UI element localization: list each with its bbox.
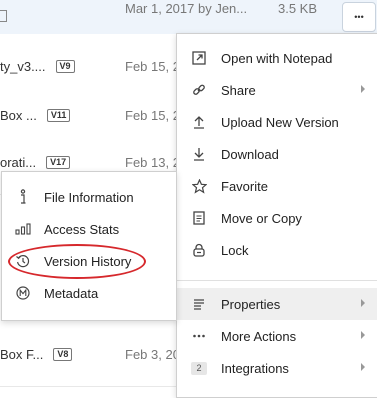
submenu-item-label: Access Stats bbox=[44, 221, 120, 237]
lock-icon bbox=[191, 242, 207, 258]
menu-item-integrations[interactable]: 2 Integrations bbox=[177, 352, 377, 384]
menu-item-lock[interactable]: Lock bbox=[177, 234, 377, 266]
menu-item-label: More Actions bbox=[221, 328, 297, 344]
menu-item-share[interactable]: Share bbox=[177, 74, 377, 106]
submenu-item-access-stats[interactable]: Access Stats bbox=[2, 213, 176, 245]
bar-chart-icon bbox=[15, 221, 31, 237]
menu-item-download[interactable]: Download bbox=[177, 138, 377, 170]
submenu-item-label: Version History bbox=[44, 253, 132, 269]
download-icon bbox=[191, 146, 207, 162]
menu-item-upload-new-version[interactable]: Upload New Version bbox=[177, 106, 377, 138]
menu-item-label: Open with Notepad bbox=[221, 50, 333, 66]
submenu-item-version-history[interactable]: Version History bbox=[2, 245, 176, 277]
chevron-right-icon bbox=[361, 85, 365, 93]
more-options-button[interactable]: ••• bbox=[342, 2, 376, 32]
version-badge: V17 bbox=[46, 155, 71, 169]
context-menu: Open with Notepad Share Upload New Versi… bbox=[176, 33, 377, 398]
upload-icon bbox=[191, 114, 207, 130]
menu-item-label: Favorite bbox=[221, 178, 268, 194]
version-badge: V8 bbox=[53, 347, 73, 361]
submenu-item-label: Metadata bbox=[44, 285, 99, 301]
link-icon bbox=[191, 82, 207, 98]
ellipsis-icon bbox=[191, 328, 207, 344]
open-external-icon bbox=[191, 50, 207, 66]
menu-item-label: Share bbox=[221, 82, 256, 98]
menu-divider bbox=[177, 280, 377, 281]
menu-item-label: Integrations bbox=[221, 360, 289, 376]
properties-submenu: File Information Access Stats Version Hi… bbox=[1, 171, 177, 321]
chevron-right-icon bbox=[361, 299, 365, 307]
file-icon bbox=[0, 10, 7, 22]
menu-item-label: Move or Copy bbox=[221, 210, 302, 226]
version-badge: V9 bbox=[55, 59, 75, 73]
version-badge: V11 bbox=[46, 108, 71, 122]
metadata-icon bbox=[15, 285, 31, 301]
star-icon bbox=[191, 178, 207, 194]
menu-item-properties[interactable]: Properties bbox=[177, 288, 377, 320]
submenu-item-metadata[interactable]: Metadata bbox=[2, 277, 176, 309]
file-date: Feb 3, 20 bbox=[125, 346, 180, 362]
menu-item-label: Properties bbox=[221, 296, 281, 312]
chevron-right-icon bbox=[361, 331, 365, 339]
menu-item-more-actions[interactable]: More Actions bbox=[177, 320, 377, 352]
history-icon bbox=[15, 253, 31, 269]
move-copy-icon bbox=[191, 210, 207, 226]
integrations-count-badge: 2 bbox=[191, 361, 207, 375]
menu-item-open-with-notepad[interactable]: Open with Notepad bbox=[177, 42, 377, 74]
submenu-item-file-information[interactable]: File Information bbox=[2, 181, 176, 213]
menu-item-favorite[interactable]: Favorite bbox=[177, 170, 377, 202]
submenu-item-label: File Information bbox=[44, 189, 134, 205]
file-name[interactable]: Box F... V8 bbox=[0, 322, 73, 386]
menu-item-move-or-copy[interactable]: Move or Copy bbox=[177, 202, 377, 234]
info-icon bbox=[15, 189, 31, 205]
menu-item-label: Download bbox=[221, 146, 279, 162]
chevron-right-icon bbox=[361, 363, 365, 371]
menu-item-label: Lock bbox=[221, 242, 249, 258]
integrations-badge: 2 bbox=[191, 360, 207, 376]
menu-item-label: Upload New Version bbox=[221, 114, 339, 130]
properties-icon bbox=[191, 296, 207, 312]
